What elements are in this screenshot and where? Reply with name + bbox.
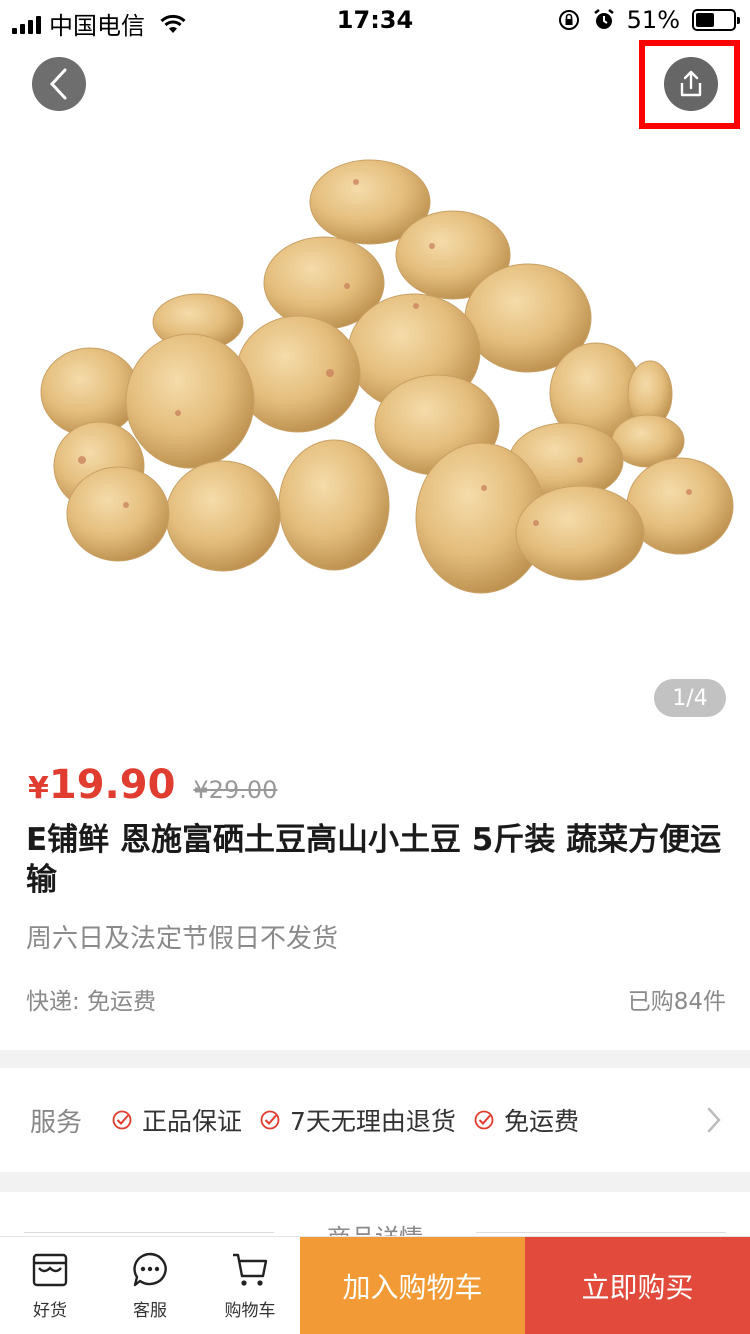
chat-icon [133, 1252, 167, 1287]
status-right: 51% [557, 6, 740, 34]
chevron-right-icon [707, 1107, 721, 1133]
battery-level [696, 13, 715, 27]
share-button[interactable] [664, 57, 718, 111]
price-currency: ¥ [28, 771, 49, 806]
sold-count: 已购84件 [627, 989, 726, 1015]
add-to-cart-button[interactable]: 加入购物车 [300, 1237, 525, 1334]
section-divider [0, 1050, 750, 1068]
original-price: ¥29.00 [193, 776, 278, 804]
tab-goods[interactable]: 好货 [0, 1237, 100, 1334]
service-text: 正品保证 [142, 1107, 243, 1136]
rotation-lock-icon [558, 10, 579, 30]
check-circle-icon [112, 1110, 132, 1130]
chevron-left-icon [49, 68, 67, 100]
image-counter: 1/4 [654, 679, 726, 717]
alarm-icon [593, 9, 614, 29]
battery-percent: 51% [626, 6, 680, 34]
bottom-action-bar: 好货 客服 购物车 加入购物车 立即购买 [0, 1236, 750, 1334]
shipping-notice: 周六日及法定节假日不发货 [26, 924, 339, 954]
tab-label: 客服 [133, 1301, 167, 1321]
details-title: 商品详情 [0, 1218, 750, 1236]
buy-now-button[interactable]: 立即购买 [525, 1237, 750, 1334]
divider-line [476, 1232, 726, 1233]
cart-icon [233, 1253, 268, 1286]
status-bar: 中国电信 17:34 51% [0, 0, 750, 40]
services-label: 服务 [30, 1107, 83, 1138]
shop-icon [32, 1253, 68, 1287]
tab-cart[interactable]: 购物车 [200, 1237, 300, 1334]
share-icon [680, 70, 702, 97]
product-image[interactable] [0, 130, 750, 740]
service-item: 7天无理由退货 [260, 1102, 456, 1138]
tab-label: 好货 [33, 1301, 67, 1321]
price-row: ¥ 19.90 ¥29.00 [28, 762, 277, 808]
tab-label: 购物车 [224, 1301, 276, 1321]
service-text: 免运费 [503, 1107, 579, 1136]
details-header: 商品详情 [0, 1192, 750, 1236]
product-title: E铺鲜 恩施富硒土豆高山小土豆 5斤装 蔬菜方便运输 [26, 822, 722, 898]
service-item: 正品保证 [112, 1102, 242, 1138]
battery-icon [692, 9, 740, 31]
services-row[interactable]: 服务 正品保证 7天无理由退货 免运费 [0, 1068, 750, 1172]
check-circle-icon [474, 1110, 494, 1130]
service-text: 7天无理由退货 [290, 1107, 456, 1136]
check-circle-icon [260, 1110, 280, 1130]
current-price: 19.90 [48, 762, 176, 808]
back-button[interactable] [32, 57, 86, 111]
shipping-fee: 快递: 免运费 [26, 989, 157, 1015]
tab-customer-service[interactable]: 客服 [100, 1237, 200, 1334]
section-divider [0, 1172, 750, 1192]
service-item: 免运费 [474, 1102, 579, 1138]
